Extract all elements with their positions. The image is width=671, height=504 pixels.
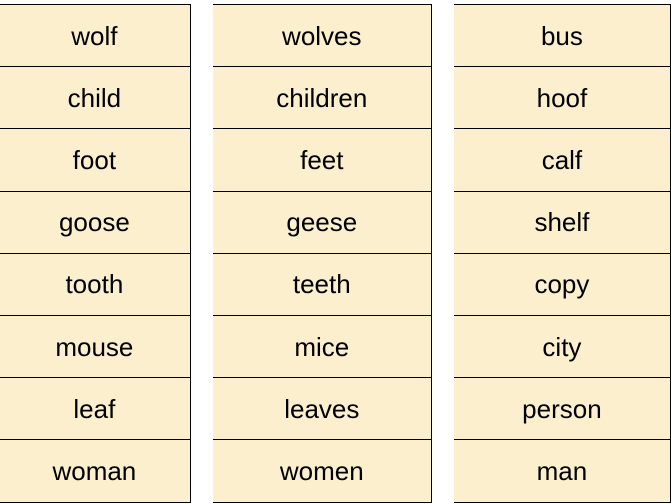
word-cell: leaf (0, 378, 190, 440)
word-cell: leaves (213, 378, 431, 440)
word-cell: children (213, 67, 431, 129)
word-cell: calf (454, 129, 670, 191)
word-cell: wolves (213, 5, 431, 67)
word-cell: copy (454, 254, 670, 316)
word-cell: tooth (0, 254, 190, 316)
column-3: bus hoof calf shelf copy city person man (454, 4, 671, 503)
word-cell: mice (213, 316, 431, 378)
word-cell: bus (454, 5, 670, 67)
word-cell: woman (0, 440, 190, 502)
word-cell: feet (213, 129, 431, 191)
word-cell: person (454, 378, 670, 440)
word-cell: city (454, 316, 670, 378)
word-cell: shelf (454, 192, 670, 254)
word-cell: wolf (0, 5, 190, 67)
word-cell: man (454, 440, 670, 502)
word-cell: hoof (454, 67, 670, 129)
word-cell: child (0, 67, 190, 129)
word-cell: geese (213, 192, 431, 254)
word-cell: women (213, 440, 431, 502)
column-1: wolf child foot goose tooth mouse leaf w… (0, 4, 191, 503)
word-table: wolf child foot goose tooth mouse leaf w… (0, 0, 671, 503)
word-cell: goose (0, 192, 190, 254)
column-2: wolves children feet geese teeth mice le… (213, 4, 432, 503)
word-cell: teeth (213, 254, 431, 316)
word-cell: foot (0, 129, 190, 191)
word-cell: mouse (0, 316, 190, 378)
